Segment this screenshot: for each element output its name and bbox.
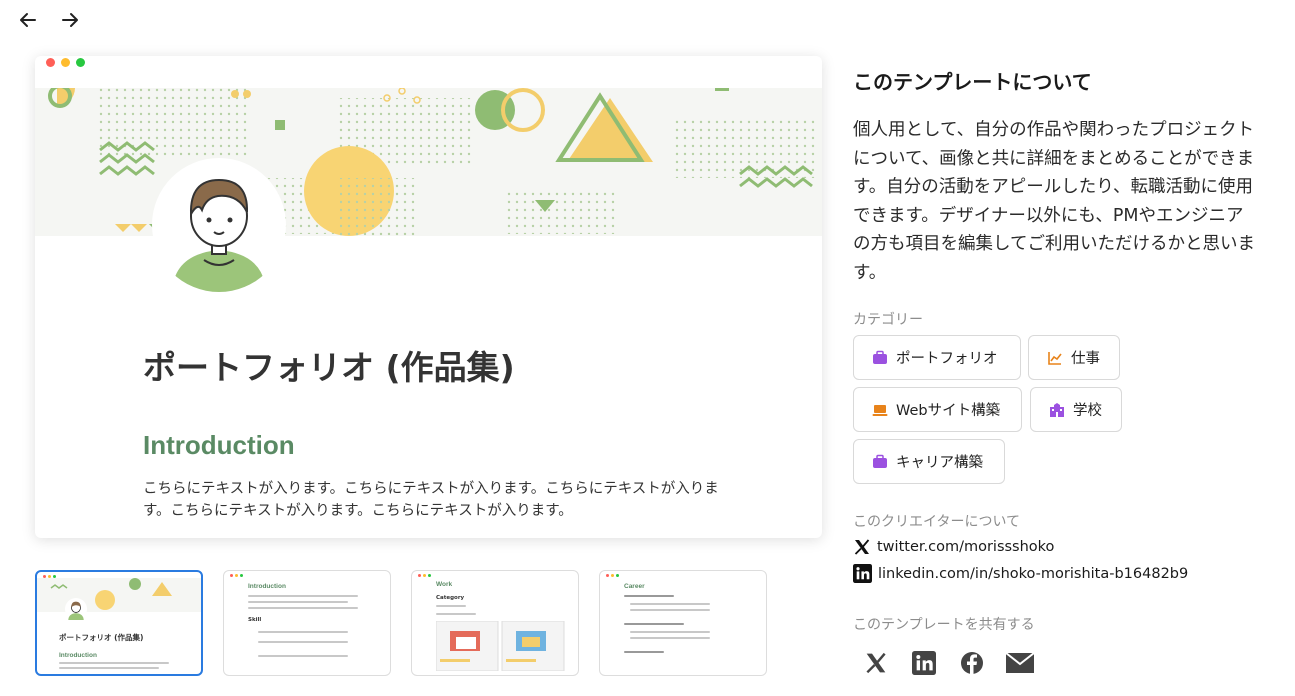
share-label: このテンプレートを共有する — [853, 617, 1035, 633]
share-buttons — [861, 648, 1035, 678]
category-label-text: Webサイト構築 — [896, 403, 1001, 419]
twitter-link-text: twitter.com/morissshoko — [877, 539, 1055, 555]
twitter-link[interactable]: twitter.com/morissshoko — [853, 538, 1054, 556]
share-linkedin-button[interactable] — [909, 648, 939, 678]
briefcase-icon — [873, 350, 887, 364]
thumbnail-subheading: Skill — [248, 617, 262, 623]
thumbnail-strip: ポートフォリオ (作品集) Introduction Introduction … — [35, 570, 767, 676]
category-work-button[interactable]: 仕事 — [1028, 335, 1120, 380]
gallery-illustration — [436, 621, 565, 671]
category-label-text: 学校 — [1073, 403, 1102, 419]
share-x-button[interactable] — [861, 648, 891, 678]
category-label-text: ポートフォリオ — [896, 351, 998, 367]
thumbnail-heading: Work — [436, 581, 453, 588]
page-title: ポートフォリオ (作品集) — [143, 348, 515, 387]
thumbnail-4[interactable]: Career — [599, 570, 767, 676]
category-school-button[interactable]: 学校 — [1030, 387, 1122, 432]
body-text: こちらにテキストが入ります。こちらにテキストが入ります。こちらにテキストが入りま… — [143, 481, 719, 519]
thumbnail-subheading: Category — [436, 595, 465, 601]
school-icon — [1050, 402, 1064, 417]
share-mail-button[interactable] — [1005, 648, 1035, 678]
x-icon — [854, 539, 870, 555]
category-label: カテゴリー — [853, 312, 923, 328]
x-icon — [866, 652, 886, 674]
creator-label: このクリエイターについて — [853, 514, 1021, 530]
about-title: このテンプレートについて — [853, 70, 1092, 94]
category-website-button[interactable]: Webサイト構築 — [853, 387, 1022, 432]
about-description: 個人用として、自分の作品や関わったプロジェクトについて、画像と共に詳細をまとめる… — [853, 120, 1255, 283]
arrow-right-icon — [62, 13, 78, 27]
minimize-dot — [61, 58, 70, 67]
close-dot — [46, 58, 55, 67]
thumbnail-1[interactable]: ポートフォリオ (作品集) Introduction — [35, 570, 203, 676]
person-illustration — [172, 178, 266, 292]
maximize-dot — [76, 58, 85, 67]
facebook-icon — [961, 652, 983, 674]
laptop-icon — [872, 404, 888, 416]
avatar — [152, 158, 286, 292]
thumbnail-3[interactable]: Work Category — [411, 570, 579, 676]
forward-button[interactable] — [56, 6, 84, 34]
thumbnail-2[interactable]: Introduction Skill — [223, 570, 391, 676]
chart-icon — [1048, 351, 1062, 365]
category-career-button[interactable]: キャリア構築 — [853, 439, 1005, 484]
thumbnail-heading: Introduction — [248, 583, 286, 590]
thumbnail-banner — [37, 578, 201, 612]
briefcase-icon — [873, 454, 887, 468]
category-label-text: 仕事 — [1071, 351, 1100, 367]
thumbnail-title: ポートフォリオ (作品集) — [59, 633, 144, 642]
share-facebook-button[interactable] — [957, 648, 987, 678]
mail-icon — [1005, 652, 1035, 673]
arrow-left-icon — [20, 13, 36, 27]
back-button[interactable] — [14, 6, 42, 34]
window-controls — [46, 58, 85, 67]
history-nav — [14, 6, 84, 34]
template-preview: ポートフォリオ (作品集) Introduction こちらにテキストが入ります… — [35, 56, 822, 538]
linkedin-link-text: linkedin.com/in/shoko-morishita-b16482b9 — [878, 565, 1189, 582]
linkedin-icon — [912, 651, 936, 675]
linkedin-icon — [853, 564, 872, 583]
thumbnail-heading: Introduction — [59, 652, 97, 659]
category-portfolio-button[interactable]: ポートフォリオ — [853, 335, 1021, 380]
linkedin-link[interactable]: linkedin.com/in/shoko-morishita-b16482b9 — [853, 564, 1188, 583]
thumbnail-avatar — [65, 598, 87, 620]
section-heading: Introduction — [143, 430, 295, 460]
thumbnail-heading: Career — [624, 583, 645, 590]
category-label-text: キャリア構築 — [896, 455, 983, 471]
